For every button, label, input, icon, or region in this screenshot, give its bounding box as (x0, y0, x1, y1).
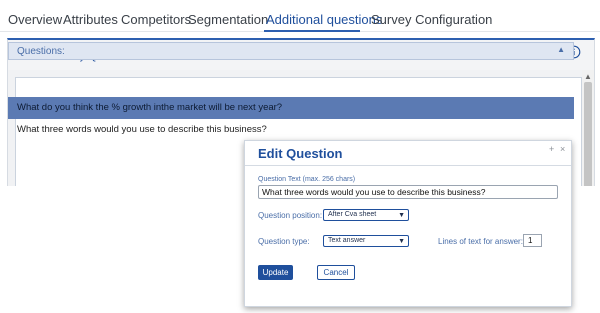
question-position-select[interactable]: After Cva sheet ▼ (323, 209, 409, 221)
cancel-button[interactable]: Cancel (317, 265, 355, 280)
tab-overview[interactable]: Overview (8, 12, 62, 28)
question-row[interactable]: What do you think the % growth inthe mar… (8, 97, 574, 119)
tab-additional-questions[interactable]: Additional questions (266, 12, 382, 28)
dialog-divider (245, 165, 571, 166)
tab-attributes[interactable]: Attributes (63, 12, 118, 28)
scroll-up-icon[interactable]: ▲ (584, 72, 592, 81)
question-position-value: After Cva sheet (328, 211, 377, 218)
update-button[interactable]: Update (258, 265, 293, 280)
question-text-label: Question Text (max. 256 chars) (258, 176, 356, 183)
question-type-label: Question type: (258, 237, 310, 246)
active-tab-indicator (264, 30, 360, 32)
question-text-field[interactable]: What three words would you use to descri… (258, 185, 558, 199)
questions-header[interactable]: Questions: ▲ (8, 42, 574, 60)
collapse-caret-icon[interactable]: ▲ (557, 45, 565, 54)
question-row[interactable]: What three words would you use to descri… (8, 119, 574, 141)
chevron-down-icon: ▼ (398, 238, 405, 245)
close-icon[interactable]: × (560, 144, 565, 154)
app-page: Overview Attributes Competitors Segmenta… (0, 0, 600, 313)
chevron-down-icon: ▼ (398, 212, 405, 219)
maximize-icon[interactable]: + (549, 144, 554, 154)
tab-survey-configuration[interactable]: Survey Configuration (371, 12, 492, 28)
questions-header-label: Questions: (17, 46, 65, 57)
lines-of-text-input[interactable]: 1 (523, 234, 542, 247)
question-position-label: Question position: (258, 211, 323, 220)
question-type-value: Text answer (328, 237, 366, 244)
lines-of-text-label: Lines of text for answer: (438, 237, 523, 246)
tab-competitors[interactable]: Competitors (121, 12, 191, 28)
tab-bar: Overview Attributes Competitors Segmenta… (0, 0, 600, 32)
edit-question-dialog: Edit Question + × Question Text (max. 25… (244, 140, 572, 307)
question-type-select[interactable]: Text answer ▼ (323, 235, 409, 247)
dialog-title: Edit Question (258, 146, 343, 161)
tab-segmentation[interactable]: Segmentation (188, 12, 268, 28)
